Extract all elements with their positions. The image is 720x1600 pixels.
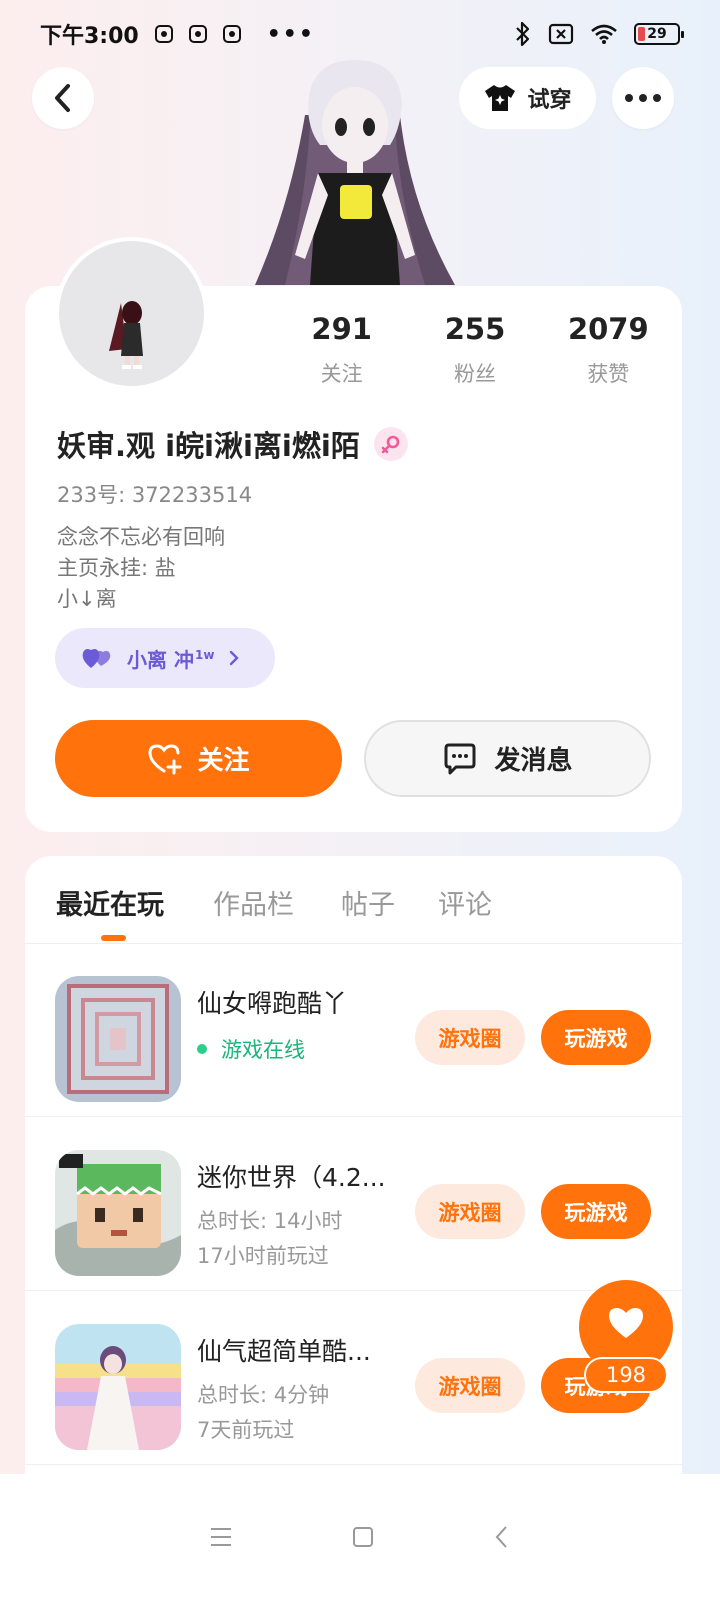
- stat-label: 关注: [320, 362, 363, 386]
- more-dots-icon: [625, 94, 661, 102]
- game-playtime: 总时长: 4分钟: [197, 1383, 330, 1407]
- menu-icon[interactable]: [210, 1527, 232, 1547]
- game-thumbnail: [55, 1324, 181, 1450]
- stat-value: 255: [444, 312, 506, 346]
- nickname: 妖审.观 i皖i湫i离i燃i陌: [57, 429, 360, 463]
- user-id: 233号: 372233514: [57, 483, 253, 507]
- fan-club-badge[interactable]: 小离 冲1w: [55, 628, 275, 688]
- play-game-button[interactable]: 玩游戏: [541, 1010, 651, 1065]
- game-playtime: 总时长: 14小时: [197, 1209, 343, 1233]
- content-card: 最近在玩 作品栏 帖子 评论 仙女嘚跑酷丫 游戏在线 游戏圈 玩游戏 迷你世界（…: [25, 856, 682, 1476]
- fan-badge-text: 小离 冲: [127, 647, 194, 672]
- game-last-played: 7天前玩过: [197, 1418, 295, 1442]
- bio: 念念不忘必有回响 主页永挂: 盐 小↓离: [57, 522, 225, 615]
- game-online-status: 游戏在线: [197, 1034, 305, 1064]
- game-title: 仙气超简单酷...: [197, 1337, 371, 1366]
- tab-works[interactable]: 作品栏: [213, 883, 294, 922]
- game-title: 迷你世界（4.2...: [197, 1163, 386, 1192]
- stat-value: 2079: [567, 312, 649, 346]
- game-title: 仙女嘚跑酷丫: [197, 989, 348, 1018]
- app-notification-icon: [188, 25, 207, 43]
- try-on-button[interactable]: 试穿: [459, 67, 596, 129]
- fan-badge-level: 1w: [194, 647, 215, 662]
- stat-label: 获赞: [587, 362, 630, 386]
- more-button[interactable]: [612, 67, 674, 129]
- follow-label: 关注: [197, 746, 250, 776]
- chevron-left-icon: [55, 84, 70, 112]
- message-button[interactable]: 发消息: [364, 720, 651, 797]
- game-list-item[interactable]: 迷你世界（4.2... 总时长: 14小时 17小时前玩过 游戏圈 玩游戏: [25, 1118, 682, 1291]
- play-game-button[interactable]: 玩游戏: [541, 1184, 651, 1239]
- game-last-played: 17小时前玩过: [197, 1244, 329, 1268]
- status-time: 下午3:00: [40, 24, 139, 49]
- game-status-text: 游戏在线: [221, 1038, 305, 1062]
- no-sim-icon: [548, 23, 574, 45]
- app-notification-icon: [154, 25, 173, 43]
- avatar-3d-character: [255, 60, 455, 285]
- avatar[interactable]: [55, 237, 208, 390]
- home-icon[interactable]: [352, 1526, 374, 1548]
- app-notification-icon: [222, 25, 241, 43]
- bio-line: 念念不忘必有回响: [57, 525, 225, 549]
- double-heart-icon: [82, 649, 111, 668]
- female-gender-icon: [373, 427, 408, 461]
- try-on-label: 试穿: [527, 88, 572, 113]
- follow-button[interactable]: 关注: [55, 720, 342, 797]
- game-circle-button[interactable]: 游戏圈: [415, 1010, 525, 1065]
- tab-bar: 最近在玩 作品栏 帖子 评论: [25, 856, 682, 944]
- stat-likes[interactable]: 2079 获赞: [542, 312, 675, 388]
- battery-level: 29: [647, 26, 667, 42]
- fan-badge-label: 小离 冲1w: [127, 644, 214, 673]
- game-circle-button[interactable]: 游戏圈: [415, 1184, 525, 1239]
- nickname-row: 妖审.观 i皖i湫i离i燃i陌: [57, 423, 408, 465]
- chevron-right-icon: [230, 650, 240, 666]
- stat-following[interactable]: 291 关注: [275, 312, 408, 388]
- battery-icon: 29: [634, 23, 684, 45]
- bio-line: 主页永挂: 盐: [57, 556, 176, 580]
- game-circle-button[interactable]: 游戏圈: [415, 1358, 525, 1413]
- game-thumbnail: [55, 976, 181, 1102]
- heart-plus-icon: [148, 743, 182, 774]
- chat-bubble-icon: [444, 743, 476, 774]
- profile-stats: 291 关注 255 粉丝 2079 获赞: [275, 312, 675, 388]
- stat-followers[interactable]: 255 粉丝: [408, 312, 541, 388]
- game-list-item[interactable]: 仙女嘚跑酷丫 游戏在线 游戏圈 玩游戏: [25, 944, 682, 1117]
- message-label: 发消息: [494, 746, 573, 776]
- heart-icon: [609, 1308, 643, 1338]
- bio-line: 小↓离: [57, 587, 117, 611]
- bluetooth-icon: [516, 21, 530, 47]
- wifi-icon: [591, 24, 617, 44]
- tab-recently-played[interactable]: 最近在玩: [56, 883, 164, 922]
- tab-posts[interactable]: 帖子: [341, 883, 395, 922]
- online-dot-icon: [197, 1044, 207, 1054]
- back-icon[interactable]: [494, 1525, 510, 1549]
- like-count-badge: 198: [584, 1357, 668, 1393]
- tshirt-icon: [485, 85, 516, 111]
- system-navigation-bar: [0, 1474, 720, 1600]
- active-tab-indicator: [101, 935, 126, 941]
- tab-comments[interactable]: 评论: [438, 883, 492, 922]
- back-button[interactable]: [32, 67, 94, 129]
- stat-value: 291: [311, 312, 372, 346]
- avatar-figure: [109, 301, 143, 369]
- game-thumbnail: [55, 1150, 181, 1276]
- stat-label: 粉丝: [453, 362, 496, 386]
- more-notifications-icon: •••: [266, 21, 315, 47]
